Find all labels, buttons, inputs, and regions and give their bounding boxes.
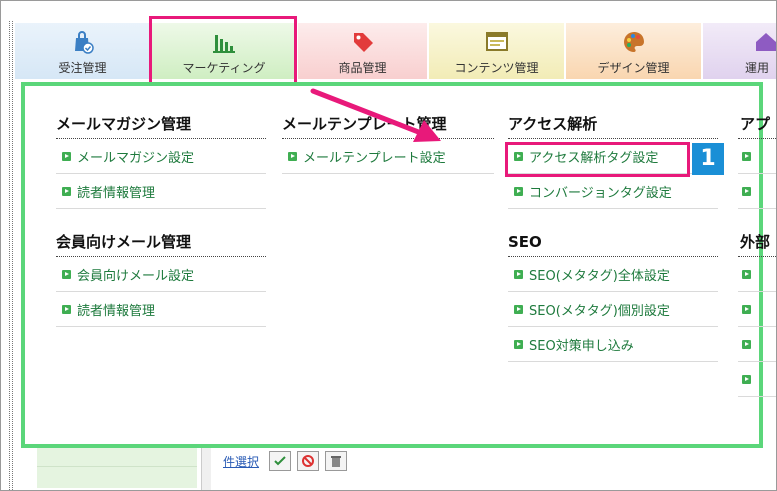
palette-icon <box>623 32 644 52</box>
tab-design-management[interactable]: デザイン管理 <box>566 23 702 79</box>
section-title-app: アプ <box>738 113 776 139</box>
tab-label: コンテンツ管理 <box>454 61 539 75</box>
arrow-bullet-icon <box>742 151 751 161</box>
arrow-bullet-icon <box>514 186 523 196</box>
section-title-seo: SEO <box>508 231 718 257</box>
menu-item-label: SEO(メタタグ)個別設定 <box>529 303 670 319</box>
arrow-bullet-icon <box>62 186 71 196</box>
uncheck-button[interactable] <box>297 451 320 471</box>
menu-item-label: メールマガジン設定 <box>77 150 195 166</box>
menu-item-reader-info[interactable]: 読者情報管理 <box>56 174 266 209</box>
tab-operations[interactable]: 運用 <box>703 23 776 79</box>
menu-item-cutoff[interactable] <box>738 174 776 209</box>
menu-item-mail-template-settings[interactable]: メールテンプレート設定 <box>282 139 494 174</box>
menu-item-member-mail-settings[interactable]: 会員向けメール設定 <box>56 257 266 292</box>
menu-item-cutoff[interactable] <box>738 257 776 292</box>
section-title-mail-magazine: メールマガジン管理 <box>56 113 266 139</box>
delete-button[interactable] <box>325 451 348 471</box>
menu-column-mail: メールマガジン管理 メールマガジン設定 読者情報管理 会員向けメール管理 会員向… <box>56 113 266 327</box>
arrow-bullet-icon <box>742 339 751 349</box>
tab-label: 商品管理 <box>338 61 387 75</box>
tag-icon <box>353 33 373 52</box>
menu-item-label: SEO(メタタグ)全体設定 <box>529 268 670 284</box>
checkmark-button[interactable] <box>269 451 292 471</box>
menu-column-template: メールテンプレート管理 メールテンプレート設定 <box>282 113 494 174</box>
arrow-bullet-icon <box>514 304 523 314</box>
trash-icon <box>331 456 342 467</box>
menu-item-cutoff[interactable] <box>738 327 776 362</box>
arrow-bullet-icon <box>742 304 751 314</box>
step-number-badge: 1 <box>692 143 724 175</box>
arrow-bullet-icon <box>742 269 751 279</box>
menu-item-seo-individual[interactable]: SEO(メタタグ)個別設定 <box>508 292 718 327</box>
arrow-bullet-icon <box>514 339 523 349</box>
browser-window-icon <box>485 32 508 51</box>
menu-item-cutoff[interactable] <box>738 362 776 397</box>
sidebar-remnant <box>37 448 197 488</box>
tab-label: デザイン管理 <box>597 61 670 75</box>
screenshot-frame: 受注管理 マーケティング 商品管理 コンテンツ管理 デザイン管理 運用 メールマ… <box>0 0 777 491</box>
menu-item-seo-global[interactable]: SEO(メタタグ)全体設定 <box>508 257 718 292</box>
tab-label: 受注管理 <box>58 61 107 75</box>
tab-order-management[interactable]: 受注管理 <box>15 23 151 79</box>
arrow-bullet-icon <box>62 151 71 161</box>
house-icon <box>756 33 776 51</box>
checkmark-icon <box>274 456 286 466</box>
section-title-access-analytics: アクセス解析 <box>508 113 718 139</box>
prohibit-icon <box>302 455 315 467</box>
tab-label: 運用 <box>745 61 770 75</box>
shopping-bag-check-icon <box>74 31 94 54</box>
left-divider <box>9 21 13 490</box>
arrow-bullet-icon <box>742 374 751 384</box>
menu-item-label: 会員向けメール設定 <box>77 268 195 284</box>
menu-item-member-reader-info[interactable]: 読者情報管理 <box>56 292 266 327</box>
arrow-bullet-icon <box>62 269 71 279</box>
arrow-bullet-icon <box>288 151 297 161</box>
access-analytics-highlight <box>505 142 690 177</box>
section-title-member-mail: 会員向けメール管理 <box>56 231 266 257</box>
menu-item-label: メールテンプレート設定 <box>303 150 446 166</box>
arrow-bullet-icon <box>514 269 523 279</box>
menu-item-label: コンバージョンタグ設定 <box>529 185 672 201</box>
marketing-tab-highlight <box>149 16 297 88</box>
menu-item-label: 読者情報管理 <box>77 303 156 319</box>
column-separator <box>201 448 211 490</box>
arrow-bullet-icon <box>742 186 751 196</box>
marketing-dropdown-panel: メールマガジン管理 メールマガジン設定 読者情報管理 会員向けメール管理 会員向… <box>21 82 776 448</box>
menu-item-label: SEO対策申し込み <box>529 338 634 354</box>
menu-item-conversion-tag[interactable]: コンバージョンタグ設定 <box>508 174 718 209</box>
menu-column-cutoff: アプ 外部 <box>738 113 776 397</box>
menu-item-seo-apply[interactable]: SEO対策申し込み <box>508 327 718 362</box>
arrow-bullet-icon <box>62 304 71 314</box>
main-tab-bar: 受注管理 マーケティング 商品管理 コンテンツ管理 デザイン管理 運用 <box>15 23 776 79</box>
section-title-external: 外部 <box>738 231 776 257</box>
menu-item-cutoff[interactable] <box>738 139 776 174</box>
tab-content-management[interactable]: コンテンツ管理 <box>429 23 565 79</box>
bottom-toolbar: 件選択 <box>223 449 348 473</box>
menu-item-mail-magazine-settings[interactable]: メールマガジン設定 <box>56 139 266 174</box>
menu-item-label: 読者情報管理 <box>77 185 156 201</box>
tab-product-management[interactable]: 商品管理 <box>298 23 428 79</box>
select-link[interactable]: 件選択 <box>223 453 259 470</box>
menu-item-cutoff[interactable] <box>738 292 776 327</box>
section-title-mail-template: メールテンプレート管理 <box>282 113 494 139</box>
